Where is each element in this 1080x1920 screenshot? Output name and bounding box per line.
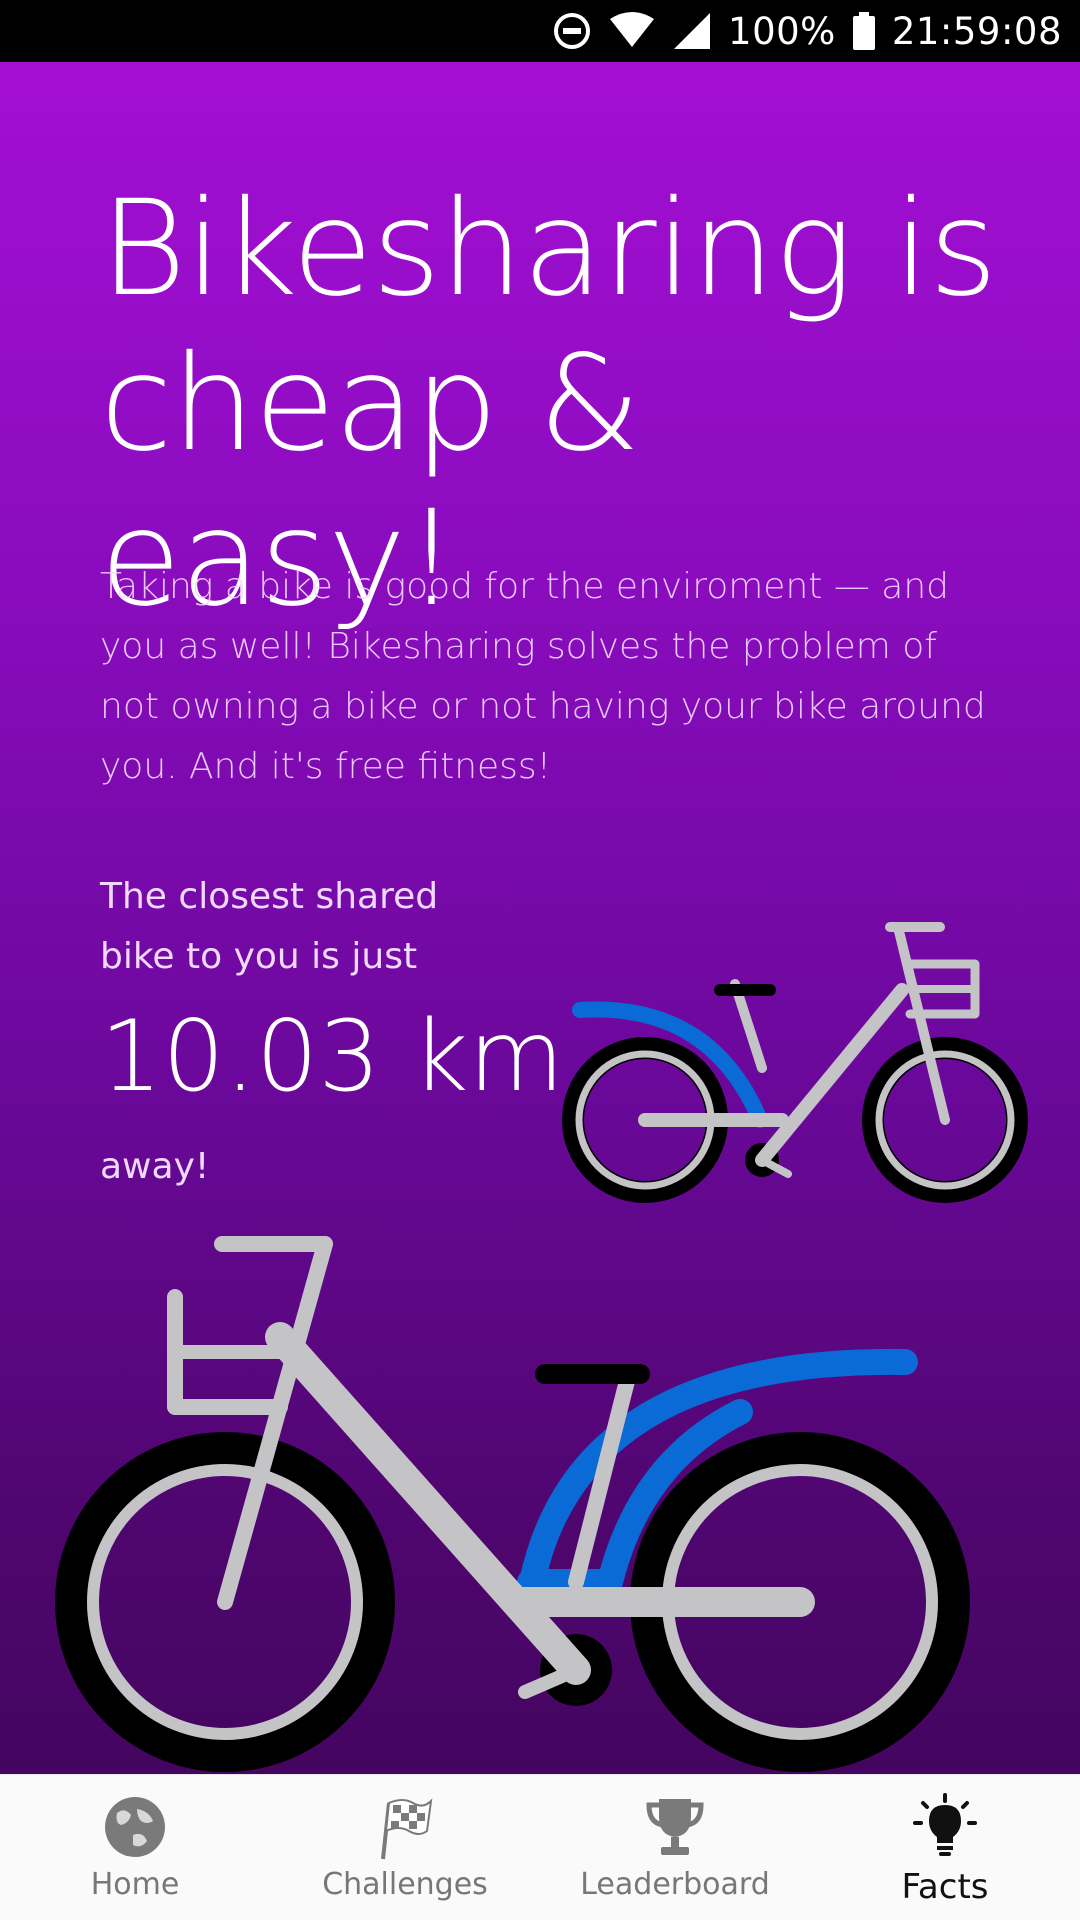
do-not-disturb-icon (552, 11, 592, 51)
battery-percentage: 100% (728, 9, 836, 53)
status-bar: 100% 21:59:08 (0, 0, 1080, 62)
nav-label-facts: Facts (901, 1867, 989, 1907)
nav-home[interactable]: Home (0, 1775, 270, 1920)
battery-icon (852, 11, 876, 51)
closest-bike-distance: 10.03 km (100, 1000, 564, 1114)
wifi-icon (608, 11, 656, 51)
globe-icon (101, 1793, 169, 1861)
bottom-navigation: Home Challenges Leaderboard Facts (0, 1774, 1080, 1920)
nav-label-home: Home (90, 1867, 180, 1902)
nav-challenges[interactable]: Challenges (270, 1775, 540, 1920)
description-text: Taking a bike is good for the enviroment… (100, 566, 986, 787)
clock: 21:59:08 (891, 9, 1062, 53)
nav-label-leaderboard: Leaderboard (580, 1867, 770, 1902)
lightbulb-icon (911, 1793, 979, 1861)
nav-leaderboard[interactable]: Leaderboard (540, 1775, 810, 1920)
closest-bike-label: The closest shared bike to you is just (100, 876, 439, 977)
nav-facts[interactable]: Facts (810, 1775, 1080, 1920)
bike-illustration-large (55, 1236, 970, 1772)
nav-label-challenges: Challenges (322, 1867, 488, 1902)
trophy-icon (641, 1793, 709, 1861)
checkered-flag-icon (371, 1793, 439, 1861)
facts-screen: Bikesharing is cheap & easy! Taking a bi… (0, 62, 1080, 1774)
cell-signal-icon (672, 11, 712, 51)
